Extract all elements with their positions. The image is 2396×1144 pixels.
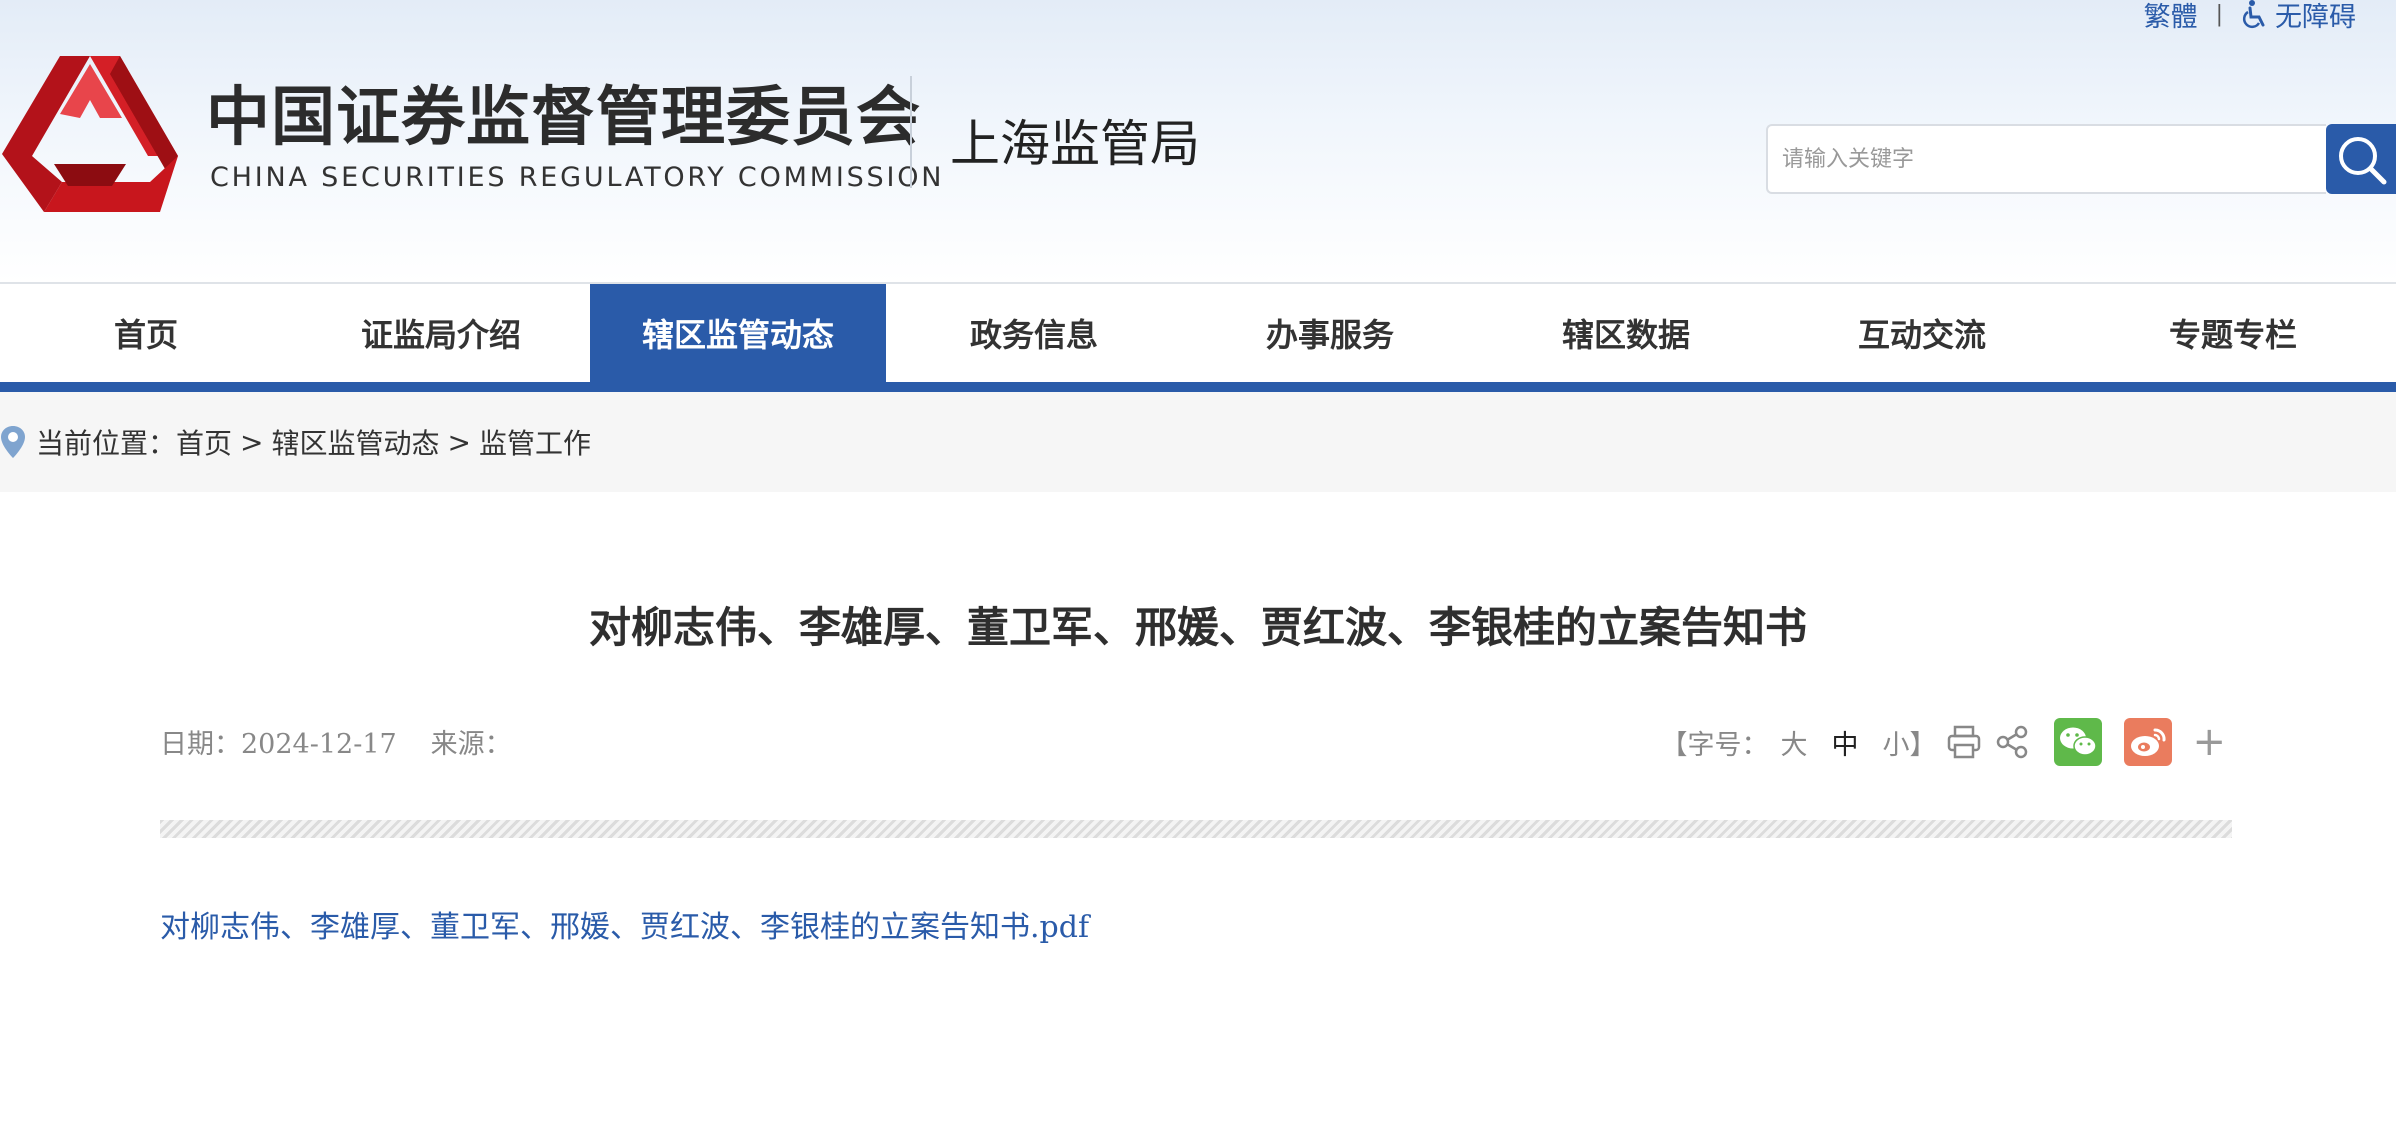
nav-item-special-topics[interactable]: 专题专栏 [2070, 284, 2396, 382]
article-title: 对柳志伟、李雄厚、董卫军、邢媛、贾红波、李银桂的立案告知书 [588, 603, 1807, 652]
article-divider [160, 820, 2232, 838]
logo-divider [910, 76, 912, 188]
print-icon [1948, 725, 1981, 759]
more-share-button[interactable]: + [2192, 722, 2226, 762]
top-links: 繁體 | 无障碍 [2144, 0, 2356, 33]
search-box [1766, 124, 2396, 194]
source-label: 来源： [430, 729, 512, 760]
breadcrumb-separator: > [447, 425, 471, 459]
article-date: 2024-12-17 [241, 729, 397, 760]
search-input[interactable] [1766, 124, 2327, 194]
location-pin-icon [1, 426, 25, 458]
font-size-prefix: 【字号： [1660, 729, 1769, 761]
breadcrumb-prefix: 当前位置： [36, 427, 177, 460]
traditional-chinese-link[interactable]: 繁體 [2144, 0, 2198, 34]
nav-item-regulatory-news[interactable]: 辖区监管动态 [590, 284, 886, 382]
top-links-separator: | [2215, 1, 2223, 27]
article-meta: 日期：2024-12-17 来源： [160, 722, 512, 761]
search-icon [2339, 137, 2387, 185]
logo-english-name: CHINA SECURITIES REGULATORY COMMISSION [210, 162, 945, 193]
wechat-share-button[interactable] [2054, 718, 2103, 766]
nav-item-interaction[interactable]: 互动交流 [1774, 284, 2070, 382]
attachment-link[interactable]: 对柳志伟、李雄厚、董卫军、邢媛、贾红波、李银桂的立案告知书.pdf [160, 902, 1089, 946]
main-nav: 首页 证监局介绍 辖区监管动态 政务信息 办事服务 辖区数据 互动交流 专题专栏 [0, 282, 2396, 392]
logo-chinese-name: 中国证券监督管理委员会 [206, 81, 921, 155]
weibo-icon [2131, 728, 2166, 756]
breadcrumb-home[interactable]: 首页 [176, 422, 232, 462]
wechat-icon [2060, 727, 2098, 756]
breadcrumb-separator: > [240, 425, 264, 459]
search-button[interactable] [2326, 124, 2396, 194]
breadcrumb-regulatory-news[interactable]: 辖区监管动态 [272, 422, 440, 462]
accessibility-icon [2242, 0, 2265, 29]
breadcrumb-supervision-work[interactable]: 监管工作 [479, 422, 591, 462]
font-size-large-button[interactable]: 大 [1780, 723, 1807, 762]
nav-item-regional-data[interactable]: 辖区数据 [1478, 284, 1774, 382]
nav-item-services[interactable]: 办事服务 [1182, 284, 1478, 382]
site-header: 繁體 | 无障碍 中国证券监督管理委员会 CHINA SECURITIES RE… [0, 0, 2396, 282]
weibo-share-button[interactable] [2124, 718, 2173, 766]
share-button[interactable] [1992, 722, 2032, 762]
font-size-suffix: 】 [1909, 729, 1937, 761]
date-label: 日期： [160, 729, 241, 760]
breadcrumb: 当前位置： 首页 > 辖区监管动态 > 监管工作 [0, 392, 2396, 492]
accessibility-link[interactable]: 无障碍 [2241, 0, 2356, 34]
csrc-logo-icon[interactable] [0, 54, 180, 216]
nav-item-government-info[interactable]: 政务信息 [886, 284, 1182, 382]
article-tools: 【字号： 大 中 小 】 + [1660, 718, 2226, 766]
share-icon [1997, 725, 2028, 759]
font-size-medium-button[interactable]: 中 [1831, 723, 1858, 762]
accessibility-label: 无障碍 [2275, 1, 2356, 33]
bureau-name: 上海监管局 [950, 115, 1200, 173]
nav-item-bureau-intro[interactable]: 证监局介绍 [292, 284, 590, 382]
font-size-small-button[interactable]: 小 [1882, 723, 1909, 762]
print-button[interactable] [1944, 722, 1984, 762]
nav-item-home[interactable]: 首页 [0, 284, 292, 382]
